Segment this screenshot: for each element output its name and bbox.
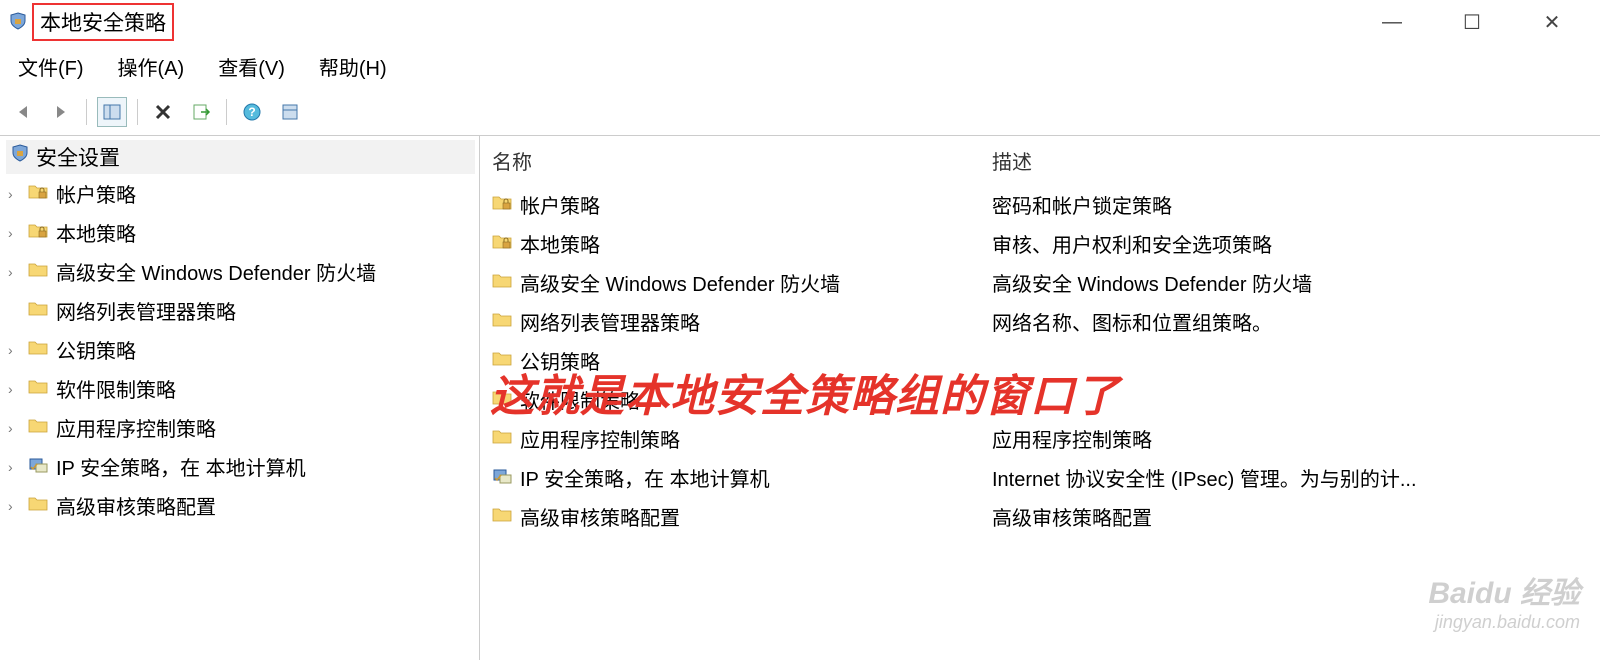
folder-icon [28, 338, 50, 362]
expand-arrow-icon[interactable]: › [8, 225, 22, 241]
row-name-label: 本地策略 [520, 229, 600, 258]
tree-item-label: 高级审核策略配置 [56, 491, 216, 520]
expand-arrow-icon[interactable]: › [8, 498, 22, 514]
minimize-button[interactable]: — [1372, 7, 1412, 37]
row-name-label: 网络列表管理器策略 [520, 307, 700, 336]
tree-item[interactable]: 网络列表管理器策略 [6, 291, 475, 330]
row-desc-label: 应用程序控制策略 [992, 424, 1588, 453]
column-header-name[interactable]: 名称 [492, 146, 992, 175]
list-row[interactable]: 应用程序控制策略 应用程序控制策略 [490, 419, 1590, 458]
app-shield-icon [8, 12, 28, 32]
folder-icon [492, 427, 514, 451]
tree-item-label: 公钥策略 [56, 335, 136, 364]
help-button[interactable] [237, 97, 267, 127]
tree-item-label: 本地策略 [56, 218, 136, 247]
tree-item[interactable]: › 高级安全 Windows Defender 防火墙 [6, 252, 475, 291]
separator-icon [137, 99, 138, 125]
tree-item-label: 网络列表管理器策略 [56, 296, 236, 325]
tree-item[interactable]: › 公钥策略 [6, 330, 475, 369]
row-desc-label: 审核、用户权利和安全选项策略 [992, 229, 1588, 258]
tree-root-label: 安全设置 [36, 142, 120, 172]
tree-item[interactable]: › IP 安全策略，在 本地计算机 [6, 447, 475, 486]
row-desc-label: 网络名称、图标和位置组策略。 [992, 307, 1588, 336]
toolbar [0, 93, 1600, 136]
tree-item-label: 帐户策略 [56, 179, 136, 208]
forward-button[interactable] [46, 97, 76, 127]
folder-icon [492, 310, 514, 334]
row-name-label: 高级审核策略配置 [520, 502, 680, 531]
ipsec-icon [28, 455, 50, 479]
back-button[interactable] [8, 97, 38, 127]
watermark-sub: jingyan.baidu.com [1428, 612, 1580, 634]
expand-arrow-icon[interactable]: › [8, 264, 22, 280]
menubar: 文件(F) 操作(A) 查看(V) 帮助(H) [0, 44, 1600, 93]
menu-action[interactable]: 操作(A) [114, 50, 189, 83]
tree-pane: 安全设置 › 帐户策略 › 本地策略 › 高级安全 Windows Defender 防火… [0, 136, 480, 660]
folder-lock-icon [28, 221, 50, 245]
folder-lock-icon [492, 232, 514, 256]
column-header-desc[interactable]: 描述 [992, 146, 1588, 175]
ipsec-icon [492, 466, 514, 490]
folder-icon [28, 377, 50, 401]
folder-icon [28, 299, 50, 323]
folder-icon [28, 260, 50, 284]
expand-arrow-icon[interactable]: › [8, 186, 22, 202]
watermark-main: Baidu 经验 [1428, 576, 1580, 612]
folder-icon [28, 416, 50, 440]
tree-item[interactable]: › 软件限制策略 [6, 369, 475, 408]
tree-item[interactable]: › 应用程序控制策略 [6, 408, 475, 447]
expand-arrow-icon[interactable]: › [8, 420, 22, 436]
maximize-button[interactable]: ☐ [1452, 7, 1492, 37]
close-button[interactable]: ✕ [1532, 7, 1572, 37]
tree-item[interactable]: › 本地策略 [6, 213, 475, 252]
expand-arrow-icon[interactable]: › [8, 381, 22, 397]
tree-item-label: 高级安全 Windows Defender 防火墙 [56, 257, 376, 286]
tree-item[interactable]: › 帐户策略 [6, 174, 475, 213]
folder-icon [492, 271, 514, 295]
window-controls: — ☐ ✕ [1372, 7, 1592, 37]
row-desc-label: Internet 协议安全性 (IPsec) 管理。为与别的计... [992, 463, 1588, 492]
row-name-label: IP 安全策略，在 本地计算机 [520, 463, 770, 492]
folder-icon [28, 494, 50, 518]
row-desc-label: 高级安全 Windows Defender 防火墙 [992, 268, 1588, 297]
separator-icon [86, 99, 87, 125]
list-row[interactable]: 本地策略 审核、用户权利和安全选项策略 [490, 224, 1590, 263]
titlebar: 本地安全策略 — ☐ ✕ [0, 0, 1600, 44]
list-row[interactable]: IP 安全策略，在 本地计算机 Internet 协议安全性 (IPsec) 管理… [490, 458, 1590, 497]
tree-item[interactable]: › 高级审核策略配置 [6, 486, 475, 525]
watermark: Baidu 经验 jingyan.baidu.com [1428, 576, 1580, 634]
list-header: 名称 描述 [490, 140, 1590, 185]
export-button[interactable] [186, 97, 216, 127]
tree-root[interactable]: 安全设置 [6, 140, 475, 174]
folder-lock-icon [28, 182, 50, 206]
menu-help[interactable]: 帮助(H) [315, 50, 391, 83]
tree-item-label: IP 安全策略，在 本地计算机 [56, 452, 306, 481]
separator-icon [226, 99, 227, 125]
window-title: 本地安全策略 [32, 3, 174, 41]
row-name-label: 应用程序控制策略 [520, 424, 680, 453]
menu-file[interactable]: 文件(F) [14, 50, 88, 83]
list-row[interactable]: 帐户策略 密码和帐户锁定策略 [490, 185, 1590, 224]
menu-view[interactable]: 查看(V) [214, 50, 289, 83]
tree-item-label: 应用程序控制策略 [56, 413, 216, 442]
shield-icon [10, 144, 30, 170]
expand-arrow-icon[interactable]: › [8, 342, 22, 358]
pane-toggle-button[interactable] [97, 97, 127, 127]
expand-arrow-icon[interactable]: › [8, 459, 22, 475]
annotation-text: 这就是本地安全策略组的窗口了 [490, 360, 1120, 424]
properties-button[interactable] [275, 97, 305, 127]
tree-item-label: 软件限制策略 [56, 374, 176, 403]
row-desc-label: 密码和帐户锁定策略 [992, 190, 1588, 219]
row-desc-label: 高级审核策略配置 [992, 502, 1588, 531]
folder-lock-icon [492, 193, 514, 217]
row-name-label: 帐户策略 [520, 190, 600, 219]
list-row[interactable]: 网络列表管理器策略 网络名称、图标和位置组策略。 [490, 302, 1590, 341]
delete-button[interactable] [148, 97, 178, 127]
list-row[interactable]: 高级安全 Windows Defender 防火墙 高级安全 Windows De… [490, 263, 1590, 302]
row-name-label: 高级安全 Windows Defender 防火墙 [520, 268, 840, 297]
list-row[interactable]: 高级审核策略配置 高级审核策略配置 [490, 497, 1590, 536]
folder-icon [492, 505, 514, 529]
